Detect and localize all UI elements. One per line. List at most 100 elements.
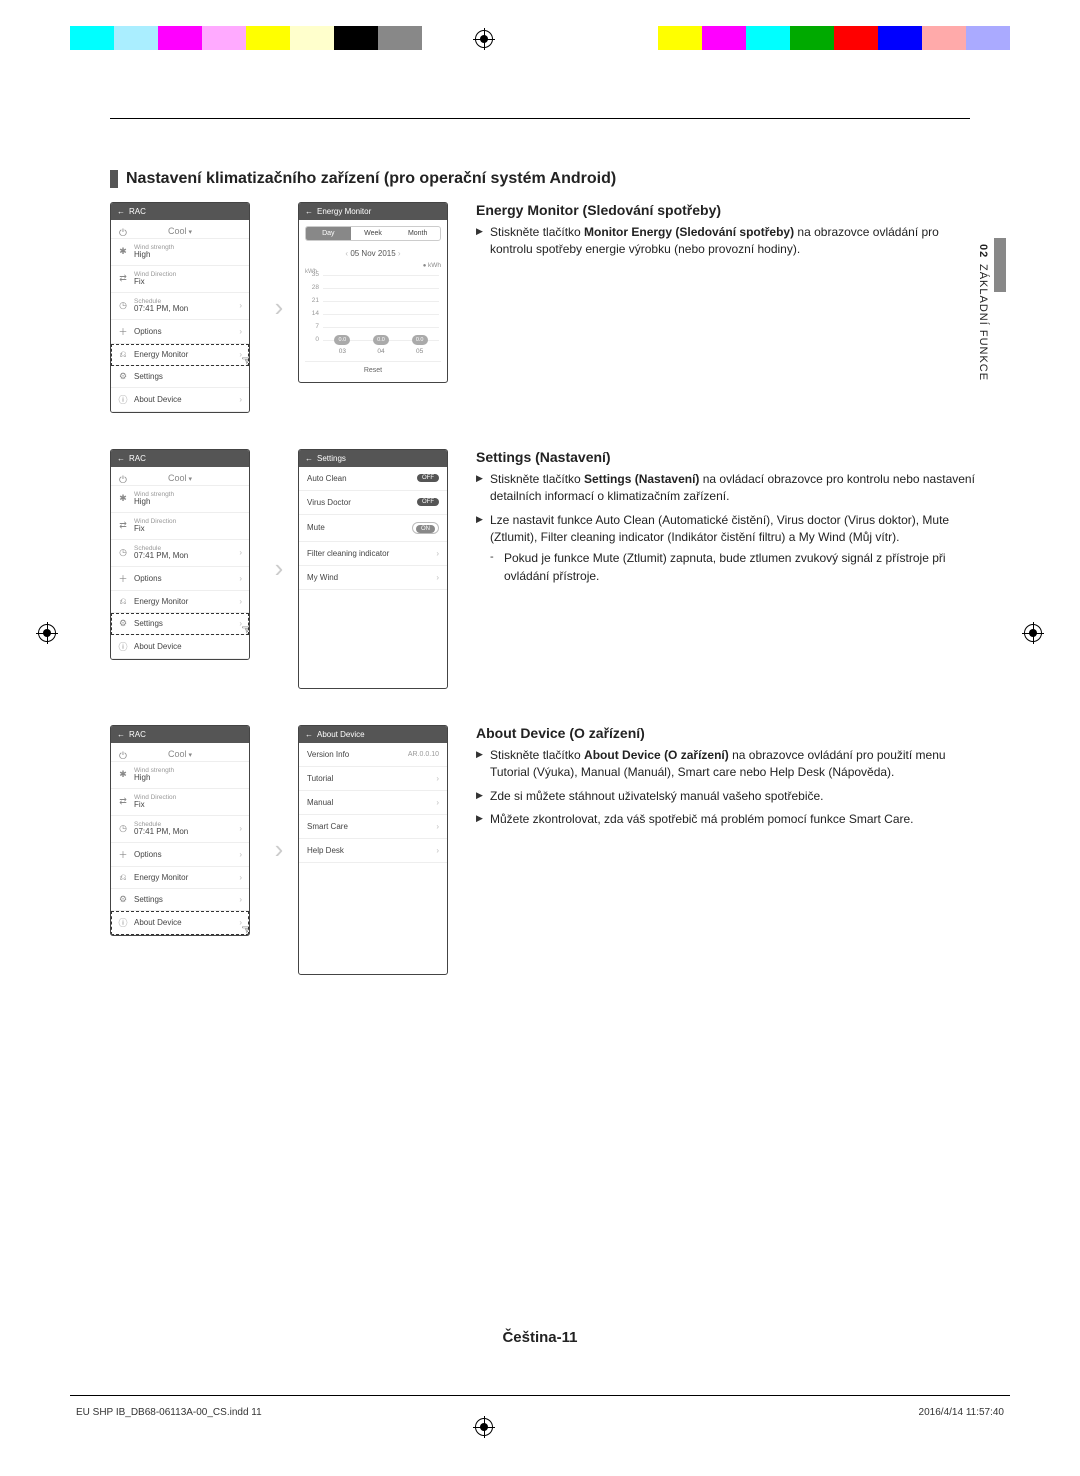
mode-label: Cool: [168, 226, 192, 236]
version-row[interactable]: Version InfoAR.0.0.10: [299, 743, 447, 767]
mode-selector[interactable]: ⏻ Cool: [111, 743, 249, 762]
tab-week[interactable]: Week: [351, 227, 396, 240]
chevron-right-icon: ›: [436, 573, 439, 582]
date-nav[interactable]: 05 Nov 2015: [305, 249, 441, 258]
schedule-row[interactable]: ◷Schedule07:41 PM, Mon›: [111, 540, 249, 567]
settings-block: RAC ⏻ Cool ✱Wind strengthHigh ⇄Wind Dire…: [110, 449, 980, 689]
print-color-bar-right: [658, 26, 1010, 50]
settings-heading: Settings (Nastavení): [476, 449, 980, 465]
power-icon[interactable]: ⏻: [119, 228, 127, 239]
settings-text: Stiskněte tlačítko Settings (Nastavení) …: [476, 471, 980, 585]
schedule-row[interactable]: ◷ Schedule 07:41 PM, Mon ›: [111, 293, 249, 320]
wind-direction-row[interactable]: ⇄Wind DirectionFix: [111, 513, 249, 540]
bullet-item: Lze nastavit funkce Auto Clean (Automati…: [476, 512, 980, 586]
toggle-on-icon[interactable]: ON: [416, 525, 435, 533]
chart-bar: 0.0: [373, 335, 389, 345]
chevron-right-icon: ›: [436, 822, 439, 831]
smart-care-row[interactable]: Smart Care›: [299, 815, 447, 839]
auto-clean-row[interactable]: Auto CleanOFF: [299, 467, 447, 491]
reset-button[interactable]: Reset: [305, 361, 441, 376]
settings-row[interactable]: ⚙Settings›☜: [111, 613, 249, 635]
flow-arrow-icon: ›: [275, 292, 284, 323]
panel-header: Energy Monitor: [299, 203, 447, 220]
direction-icon: ⇄: [118, 273, 128, 284]
back-icon[interactable]: [117, 730, 125, 739]
rac-phone-mockup: RAC ⏻ Cool ✱ Wind strength High ⇄: [110, 202, 250, 413]
about-device-row[interactable]: ⓘAbout Device›☜: [111, 911, 249, 935]
sub-bullet-item: Pokud je funkce Mute (Ztlumit) zapnuta, …: [490, 550, 980, 585]
wind-strength-row[interactable]: ✱Wind strengthHigh: [111, 762, 249, 789]
chevron-right-icon: ›: [436, 846, 439, 855]
mute-row[interactable]: MuteON: [299, 515, 447, 542]
phone-header: RAC: [111, 203, 249, 220]
energy-monitor-row[interactable]: ⎌Energy Monitor›: [111, 867, 249, 889]
schedule-row[interactable]: ◷Schedule07:41 PM, Mon›: [111, 816, 249, 843]
info-icon: ⓘ: [118, 393, 128, 406]
section-tab-marker: [994, 238, 1006, 292]
footer-filename: EU SHP IB_DB68-06113A-00_CS.indd 11: [76, 1407, 262, 1418]
options-row[interactable]: ＋Options›: [111, 567, 249, 591]
info-icon: ⓘ: [118, 640, 128, 653]
energy-monitor-heading: Energy Monitor (Sledování spotřeby): [476, 202, 980, 218]
bullet-item: Zde si můžete stáhnout uživatelský manuá…: [476, 788, 980, 805]
registration-mark-icon: [475, 30, 493, 48]
plus-icon: ＋: [118, 848, 128, 861]
chevron-right-icon: ›: [436, 549, 439, 558]
energy-monitor-row[interactable]: ⎌ Energy Monitor › ☜: [111, 344, 249, 366]
back-icon[interactable]: [305, 207, 313, 216]
bullet-item: Můžete zkontrolovat, zda váš spotřebič m…: [476, 811, 980, 828]
wind-direction-row[interactable]: ⇄Wind DirectionFix: [111, 789, 249, 816]
tab-month[interactable]: Month: [395, 227, 440, 240]
tutorial-row[interactable]: Tutorial›: [299, 767, 447, 791]
chevron-right-icon: ›: [239, 824, 242, 833]
tap-hand-icon: ☜: [241, 920, 250, 936]
help-desk-row[interactable]: Help Desk›: [299, 839, 447, 863]
mode-selector[interactable]: ⏻ Cool: [111, 467, 249, 486]
toggle-off-icon[interactable]: OFF: [417, 498, 439, 506]
chevron-right-icon: ›: [239, 895, 242, 904]
monitor-icon: ⎌: [118, 349, 128, 360]
back-icon[interactable]: [305, 730, 313, 739]
chevron-right-icon: ›: [239, 597, 242, 606]
power-icon[interactable]: ⏻: [119, 475, 127, 486]
my-wind-row[interactable]: My Wind›: [299, 566, 447, 590]
settings-row[interactable]: ⚙ Settings: [111, 366, 249, 388]
bullet-item: Stiskněte tlačítko Settings (Nastavení) …: [476, 471, 980, 506]
fan-icon: ✱: [118, 246, 128, 257]
print-color-bar-left: [70, 26, 422, 50]
energy-monitor-row[interactable]: ⎌Energy Monitor›: [111, 591, 249, 613]
manual-row[interactable]: Manual›: [299, 791, 447, 815]
chart-bar: 0.0: [412, 335, 428, 345]
flow-arrow-icon: ›: [275, 553, 284, 584]
virus-doctor-row[interactable]: Virus DoctorOFF: [299, 491, 447, 515]
period-tabs[interactable]: Day Week Month: [305, 226, 441, 241]
options-row[interactable]: ＋ Options ›: [111, 320, 249, 344]
power-icon[interactable]: ⏻: [119, 751, 127, 762]
phone-title: RAC: [129, 207, 146, 216]
tab-day[interactable]: Day: [306, 227, 351, 240]
back-icon[interactable]: [117, 454, 125, 463]
gear-icon: ⚙: [118, 371, 128, 382]
settings-row[interactable]: ⚙Settings›: [111, 889, 249, 911]
mode-selector[interactable]: ⏻ Cool: [111, 220, 249, 239]
chevron-right-icon: ›: [436, 798, 439, 807]
about-device-row[interactable]: ⓘ About Device ›: [111, 388, 249, 412]
chevron-right-icon: ›: [239, 850, 242, 859]
chart-legend: kWh: [305, 262, 441, 269]
plus-icon: ＋: [118, 572, 128, 585]
rac-phone-mockup: RAC ⏻ Cool ✱Wind strengthHigh ⇄Wind Dire…: [110, 725, 250, 936]
wind-strength-row[interactable]: ✱Wind strengthHigh: [111, 486, 249, 513]
filter-row[interactable]: Filter cleaning indicator›: [299, 542, 447, 566]
energy-monitor-block: RAC ⏻ Cool ✱ Wind strength High ⇄: [110, 202, 980, 413]
back-icon[interactable]: [305, 454, 313, 463]
energy-chart: kWh 35 28 21 14 7 0 0.0: [305, 271, 441, 355]
wind-strength-row[interactable]: ✱ Wind strength High: [111, 239, 249, 266]
about-device-row[interactable]: ⓘAbout Device: [111, 635, 249, 659]
back-icon[interactable]: [117, 207, 125, 216]
options-row[interactable]: ＋Options›: [111, 843, 249, 867]
toggle-off-icon[interactable]: OFF: [417, 474, 439, 482]
wind-direction-row[interactable]: ⇄ Wind Direction Fix: [111, 266, 249, 293]
rac-phone-mockup: RAC ⏻ Cool ✱Wind strengthHigh ⇄Wind Dire…: [110, 449, 250, 660]
energy-monitor-panel: Energy Monitor Day Week Month 05 Nov 201…: [298, 202, 448, 383]
about-heading: About Device (O zařízení): [476, 725, 980, 741]
